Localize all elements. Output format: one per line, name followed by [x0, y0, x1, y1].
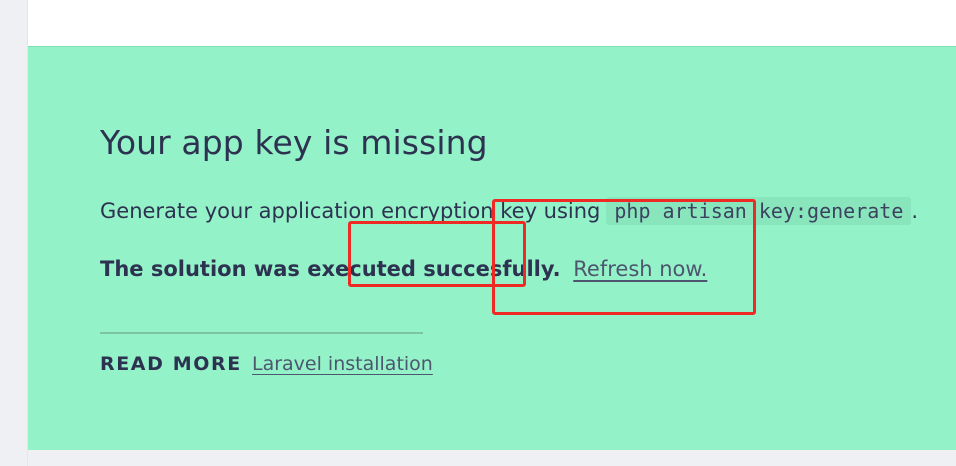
solution-result: The solution was executed succesfully. R…	[100, 257, 707, 281]
error-page-frame: Your app key is missing Generate your ap…	[27, 0, 956, 466]
description-text: Generate your application encryption key…	[100, 199, 601, 223]
result-message: The solution was executed succesfully.	[100, 257, 561, 281]
refresh-link[interactable]: Refresh now.	[573, 257, 707, 281]
laravel-installation-link[interactable]: Laravel installation	[252, 353, 433, 375]
solution-panel: Your app key is missing Generate your ap…	[28, 46, 956, 450]
solution-title: Your app key is missing	[100, 123, 488, 162]
bottom-strip	[28, 450, 956, 466]
top-panel	[28, 0, 956, 46]
divider	[100, 332, 423, 334]
solution-description: Generate your application encryption key…	[100, 197, 918, 225]
command-code: php artisan key:generate	[606, 197, 912, 225]
description-suffix: .	[911, 199, 919, 223]
read-more-label: READ MORE	[100, 353, 242, 375]
